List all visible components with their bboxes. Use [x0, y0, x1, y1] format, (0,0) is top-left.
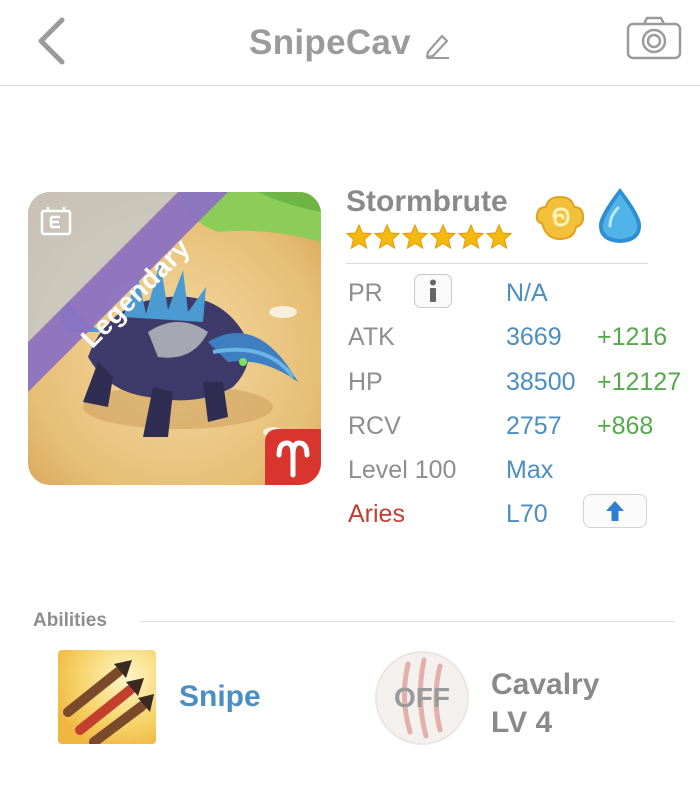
stat-label-level: Level 100: [348, 456, 457, 484]
divider: [346, 263, 648, 264]
stat-value-level: Max: [506, 456, 554, 484]
abilities-section-label: Abilities: [33, 610, 107, 631]
stat-value-rcv: 2757: [506, 412, 562, 440]
ability-name-cavalry[interactable]: Cavalry LV 4: [491, 666, 599, 742]
ability-level-cavalry: LV 4: [491, 706, 553, 739]
top-nav-bar: SnipeCav: [0, 0, 700, 86]
camera-icon[interactable]: [626, 16, 682, 60]
water-element-icon: [598, 188, 642, 243]
light-element-icon: [535, 195, 585, 241]
star-icon: [374, 224, 400, 250]
stat-value-zodiac: L70: [506, 500, 548, 528]
divider: [140, 621, 674, 622]
star-icon: [458, 224, 484, 250]
stat-label-rcv: RCV: [348, 412, 401, 440]
star-icon: [486, 224, 512, 250]
stat-value-atk: 3669: [506, 323, 562, 351]
info-icon: [430, 279, 436, 302]
stat-label-atk: ATK: [348, 323, 395, 351]
monster-name: Stormbrute: [346, 185, 508, 218]
ability-name-cavalry-label: Cavalry: [491, 668, 600, 701]
monster-portrait[interactable]: Legendary: [28, 192, 321, 485]
aries-icon: [265, 429, 321, 485]
stat-value-pr: N/A: [506, 279, 548, 307]
stat-bonus-hp: +12127: [597, 368, 682, 396]
stat-bonus-atk: +1216: [597, 323, 668, 351]
card-icon: [40, 207, 72, 236]
upgrade-button[interactable]: [583, 494, 647, 528]
stat-bonus-rcv: +868: [597, 412, 654, 440]
star-icon: [346, 224, 372, 250]
info-button[interactable]: [414, 274, 452, 308]
stat-label-zodiac: Aries: [348, 500, 405, 528]
arrow-up-icon: [606, 501, 624, 521]
star-rating: [346, 224, 512, 250]
snipe-arrows-icon[interactable]: [58, 650, 156, 744]
page-title[interactable]: SnipeCav: [249, 23, 411, 63]
stat-label-pr: PR: [348, 279, 383, 307]
pencil-icon[interactable]: [423, 31, 451, 59]
star-icon: [402, 224, 428, 250]
star-icon: [430, 224, 456, 250]
ability-off-badge: OFF: [394, 682, 450, 713]
stat-value-hp: 38500: [506, 368, 576, 396]
stat-label-hp: HP: [348, 368, 383, 396]
cavalry-claw-icon[interactable]: OFF: [374, 650, 470, 746]
ability-name-snipe[interactable]: Snipe: [179, 680, 261, 714]
